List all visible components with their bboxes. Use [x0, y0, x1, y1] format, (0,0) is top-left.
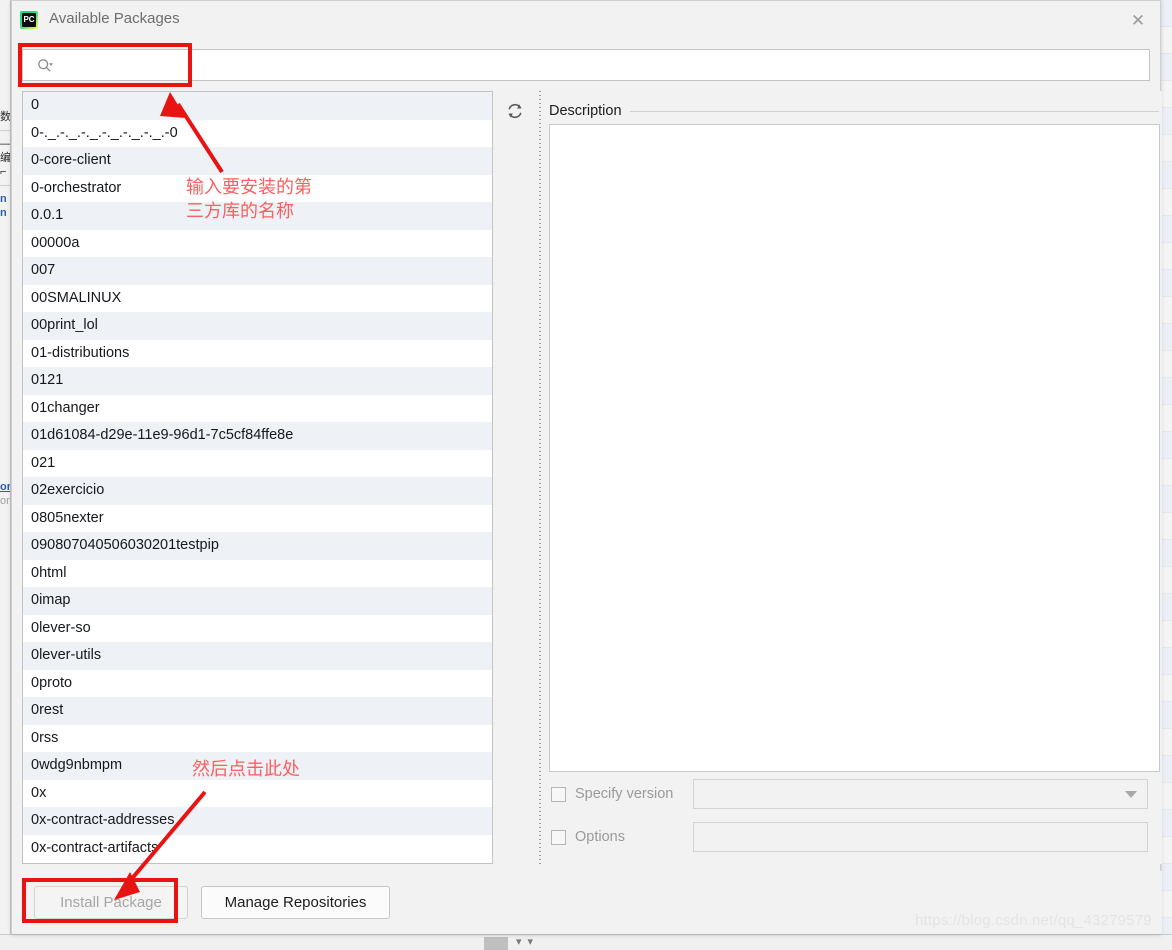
search-row [12, 41, 1162, 91]
bg-divider [0, 130, 10, 131]
package-list-item[interactable]: 0-orchestrator [23, 174, 492, 202]
package-list[interactable]: 0 0-._.-._.-._.-._.-._.-._.-0 0-core-clien… [22, 91, 493, 864]
package-list-item[interactable]: 021 [23, 449, 492, 477]
dialog-content: 0 0-._.-._.-._.-._.-._.-._.-0 0-core-clien… [12, 91, 1162, 871]
panel-splitter[interactable] [536, 91, 543, 864]
search-input[interactable] [63, 50, 1143, 80]
package-list-item[interactable]: 00print_lol [23, 312, 492, 340]
bg-glyph: ⌐ [0, 166, 7, 178]
bg-glyph: n [0, 207, 7, 219]
options-checkbox[interactable] [551, 829, 566, 845]
package-list-item[interactable]: 01-distributions [23, 339, 492, 367]
package-list-item[interactable]: 0x [23, 779, 492, 807]
background-statusbar-tab [484, 937, 508, 950]
package-list-item[interactable]: 0 [23, 92, 492, 120]
package-list-item[interactable]: 0proto [23, 669, 492, 697]
package-list-item[interactable]: 00000a [23, 229, 492, 257]
description-label: Description [549, 103, 622, 119]
background-left-toolstrip: 数 — 编 ⌐ n n or on [0, 0, 11, 934]
bg-glyph: on [0, 495, 10, 507]
options-row: Options [551, 822, 1159, 852]
install-package-button[interactable]: Install Package [34, 886, 188, 919]
list-toolbar [494, 91, 536, 864]
dialog-titlebar: PC Available Packages ✕ [12, 1, 1160, 41]
description-panel: Description Specify version Options [543, 91, 1162, 864]
package-list-item[interactable]: 02exercicio [23, 477, 492, 505]
close-icon[interactable]: ✕ [1116, 1, 1160, 41]
package-list-item[interactable]: 0rss [23, 724, 492, 752]
manage-repositories-button[interactable]: Manage Repositories [201, 886, 390, 919]
package-list-item[interactable]: 0121 [23, 367, 492, 395]
bg-glyph: n [0, 193, 7, 205]
package-list-item[interactable]: 090807040506030201testpip [23, 532, 492, 560]
package-list-item[interactable]: 0wdg9nbmpm [23, 752, 492, 780]
pycharm-icon: PC [20, 11, 38, 29]
package-list-item[interactable]: 0805nexter [23, 504, 492, 532]
package-list-item[interactable]: 007 [23, 257, 492, 285]
specify-version-row: Specify version [551, 779, 1159, 809]
pycharm-icon-label: PC [22, 13, 36, 27]
package-list-item[interactable]: 0lever-utils [23, 642, 492, 670]
options-input[interactable] [693, 822, 1148, 852]
package-list-item[interactable]: 0html [23, 559, 492, 587]
specify-version-label: Specify version [575, 786, 674, 802]
package-list-item[interactable]: 0-core-client [23, 147, 492, 175]
package-list-item[interactable]: 0imap [23, 587, 492, 615]
chevron-down-icon[interactable] [1125, 791, 1137, 798]
options-label: Options [575, 829, 625, 845]
bg-glyph: — [0, 138, 11, 150]
package-list-item[interactable]: 0x-contract-addresses [23, 807, 492, 835]
dialog-title: Available Packages [49, 10, 180, 27]
bg-glyph: 编 [0, 152, 11, 164]
specify-version-combo[interactable] [693, 779, 1148, 809]
description-body [549, 124, 1160, 772]
bg-glyph: or [0, 481, 11, 493]
reload-icon[interactable] [503, 99, 527, 123]
watermark: https://blog.csdn.net/qq_43279579 [915, 912, 1152, 929]
bg-glyph: 数 [0, 111, 11, 123]
package-list-item[interactable]: 01changer [23, 394, 492, 422]
specify-version-checkbox[interactable] [551, 786, 566, 802]
search-box[interactable] [22, 49, 1150, 81]
package-list-item[interactable]: 00SMALINUX [23, 284, 492, 312]
package-list-item[interactable]: 0rest [23, 697, 492, 725]
background-statusbar [0, 934, 1172, 950]
description-rule [629, 110, 1159, 112]
bg-divider [0, 185, 10, 186]
available-packages-dialog: PC Available Packages ✕ 0 0-._.-._.-._.-.… [11, 0, 1162, 934]
package-list-item[interactable]: 0.0.1 [23, 202, 492, 230]
search-icon[interactable] [37, 58, 53, 74]
package-list-item[interactable]: 01d61084-d29e-11e9-96d1-7c5cf84ffe8e [23, 422, 492, 450]
package-list-item[interactable]: 0x-contract-artifacts [23, 834, 492, 862]
package-list-item[interactable]: 0lever-so [23, 614, 492, 642]
description-header: Description [549, 101, 1159, 121]
package-list-item[interactable]: 0-._.-._.-._.-._.-._.-._.-0 [23, 119, 492, 147]
background-caret-icons: ▾▾ [516, 935, 540, 948]
